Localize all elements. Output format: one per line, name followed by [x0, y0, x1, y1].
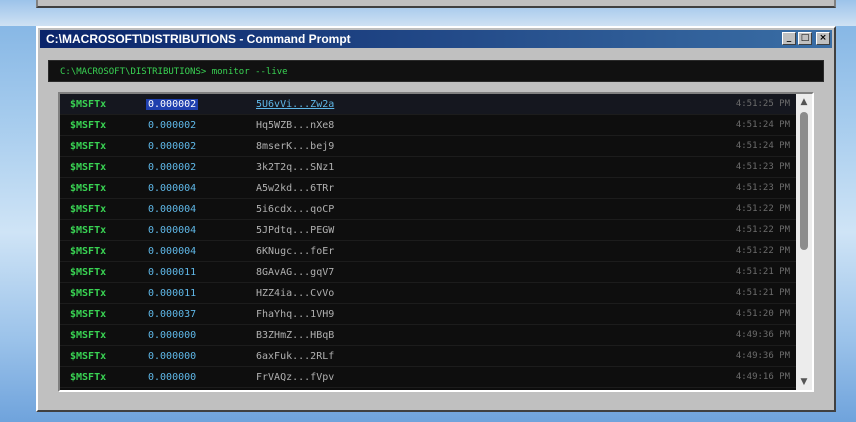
command-prompt-window: C:\MACROSOFT\DISTRIBUTIONS - Command Pro… [36, 26, 836, 412]
timestamp: 4:51:24 PM [735, 141, 790, 151]
list-item[interactable]: $MSFTx 0.000002 8mserK...bej9 4:51:24 PM [60, 136, 796, 157]
scroll-thumb[interactable] [800, 112, 808, 250]
list-item[interactable]: $MSFTx 0.000002 Hq5WZB...nXe8 4:51:24 PM [60, 115, 796, 136]
address-link[interactable]: 3k2T2q...SNz1 [256, 162, 334, 173]
ticker-label: $MSFTx [70, 246, 107, 257]
address-link[interactable]: HZZ4ia...CvVo [256, 288, 334, 299]
list-item[interactable]: $MSFTx 0.000011 HZZ4ia...CvVo 4:51:21 PM [60, 283, 796, 304]
ticker-label: $MSFTx [70, 183, 107, 194]
ticker-label: $MSFTx [70, 372, 107, 383]
address-link[interactable]: A5w2kd...6TRr [256, 183, 334, 194]
list-item[interactable]: $MSFTx 0.000004 A5w2kd...6TRr 4:51:23 PM [60, 178, 796, 199]
timestamp: 4:51:21 PM [735, 288, 790, 298]
timestamp: 4:51:24 PM [735, 120, 790, 130]
ticker-label: $MSFTx [70, 288, 107, 299]
amount-value: 0.000002 [148, 162, 197, 173]
ticker-label: $MSFTx [70, 99, 107, 110]
list-item[interactable]: $MSFTx 0.000002 5U6vVi...Zw2a 4:51:25 PM [60, 94, 796, 115]
address-link[interactable]: 6axFuk...2RLf [256, 351, 334, 362]
timestamp: 4:51:23 PM [735, 183, 790, 193]
ticker-label: $MSFTx [70, 225, 107, 236]
ticker-label: $MSFTx [70, 351, 107, 362]
ticker-label: $MSFTx [70, 330, 107, 341]
amount-value: 0.000004 [148, 246, 197, 257]
list-item[interactable]: $MSFTx 0.000011 8GAvAG...gqV7 4:51:21 PM [60, 262, 796, 283]
list-item[interactable]: $MSFTx 0.000004 5i6cdx...qoCP 4:51:22 PM [60, 199, 796, 220]
background-window-edge [36, 0, 836, 8]
command-line[interactable]: C:\MACROSOFT\DISTRIBUTIONS> monitor --li… [48, 60, 824, 82]
timestamp: 4:49:16 PM [735, 372, 790, 382]
window-title: C:\MACROSOFT\DISTRIBUTIONS - Command Pro… [46, 32, 351, 46]
timestamp: 4:51:23 PM [735, 162, 790, 172]
amount-value: 0.000004 [148, 204, 197, 215]
amount-value: 0.000004 [148, 225, 197, 236]
amount-value: 0.000002 [148, 120, 197, 131]
amount-value: 0.000004 [148, 183, 197, 194]
list-item[interactable]: $MSFTx 0.000037 FhaYhq...1VH9 4:51:20 PM [60, 304, 796, 325]
ticker-label: $MSFTx [70, 141, 107, 152]
address-link[interactable]: Hq5WZB...nXe8 [256, 120, 334, 131]
ticker-label: $MSFTx [70, 267, 107, 278]
list-item[interactable]: $MSFTx 0.000000 6axFuk...2RLf 4:49:36 PM [60, 346, 796, 367]
address-link[interactable]: 5JPdtq...PEGW [256, 225, 334, 236]
list-item[interactable]: $MSFTx 0.000000 FrVAQz...fVpv 4:49:16 PM [60, 367, 796, 388]
timestamp: 4:51:21 PM [735, 267, 790, 277]
timestamp: 4:51:22 PM [735, 246, 790, 256]
ticker-label: $MSFTx [70, 120, 107, 131]
title-bar[interactable]: C:\MACROSOFT\DISTRIBUTIONS - Command Pro… [40, 30, 832, 48]
timestamp: 4:49:36 PM [735, 330, 790, 340]
rows-container: $MSFTx 0.000002 5U6vVi...Zw2a 4:51:25 PM $MS… [60, 94, 796, 388]
address-link[interactable]: 8GAvAG...gqV7 [256, 267, 334, 278]
amount-value: 0.000002 [148, 141, 197, 152]
address-link[interactable]: 8mserK...bej9 [256, 141, 334, 152]
scroll-down-icon[interactable]: ▼ [797, 375, 811, 389]
amount-value: 0.000000 [148, 372, 197, 383]
distribution-list: $MSFTx 0.000002 5U6vVi...Zw2a 4:51:25 PM $MS… [58, 92, 814, 392]
amount-value: 0.000011 [148, 267, 197, 278]
address-link[interactable]: 5U6vVi...Zw2a [256, 99, 334, 110]
scrollbar[interactable]: ▲ ▼ [796, 94, 812, 390]
amount-value[interactable]: 0.000002 [146, 99, 199, 110]
close-button[interactable]: × [816, 32, 830, 45]
list-item[interactable]: $MSFTx 0.000004 6KNugc...foEr 4:51:22 PM [60, 241, 796, 262]
ticker-label: $MSFTx [70, 204, 107, 215]
list-item[interactable]: $MSFTx 0.000002 3k2T2q...SNz1 4:51:23 PM [60, 157, 796, 178]
address-link[interactable]: FhaYhq...1VH9 [256, 309, 334, 320]
timestamp: 4:51:22 PM [735, 204, 790, 214]
address-link[interactable]: 5i6cdx...qoCP [256, 204, 334, 215]
address-link[interactable]: 6KNugc...foEr [256, 246, 334, 257]
minimize-button[interactable]: _ [782, 32, 796, 45]
ticker-label: $MSFTx [70, 309, 107, 320]
timestamp: 4:51:25 PM [735, 99, 790, 109]
amount-value: 0.000000 [148, 330, 197, 341]
amount-value: 0.000000 [148, 351, 197, 362]
amount-value: 0.000037 [148, 309, 197, 320]
address-link[interactable]: B3ZHmZ...HBqB [256, 330, 334, 341]
ticker-label: $MSFTx [70, 162, 107, 173]
list-item[interactable]: $MSFTx 0.000004 5JPdtq...PEGW 4:51:22 PM [60, 220, 796, 241]
maximize-button[interactable]: □ [798, 32, 812, 45]
amount-value: 0.000011 [148, 288, 197, 299]
scroll-up-icon[interactable]: ▲ [797, 95, 811, 109]
timestamp: 4:49:36 PM [735, 351, 790, 361]
list-item[interactable]: $MSFTx 0.000000 B3ZHmZ...HBqB 4:49:36 PM [60, 325, 796, 346]
address-link[interactable]: FrVAQz...fVpv [256, 372, 334, 383]
timestamp: 4:51:22 PM [735, 225, 790, 235]
timestamp: 4:51:20 PM [735, 309, 790, 319]
command-text: C:\MACROSOFT\DISTRIBUTIONS> monitor --li… [60, 67, 288, 77]
